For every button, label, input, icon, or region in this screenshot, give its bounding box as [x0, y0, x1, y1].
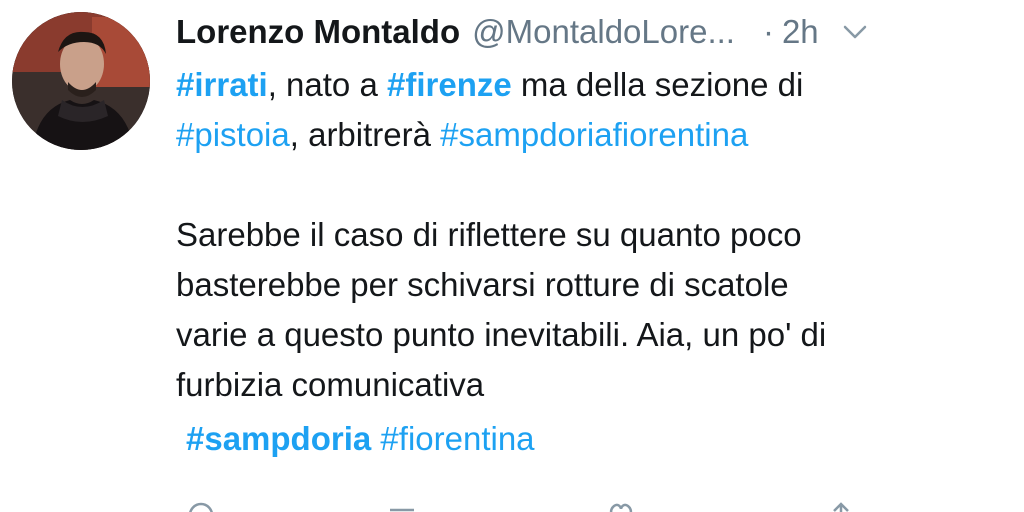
separator-dot: · — [762, 13, 774, 50]
retweet-icon[interactable] — [386, 500, 420, 512]
author-name[interactable]: Lorenzo Montaldo — [176, 13, 460, 51]
author-handle[interactable]: @MontaldoLore... — [472, 13, 735, 51]
reply-icon[interactable] — [186, 500, 216, 512]
text-line: varie a questo punto inevitabili. Aia, u… — [176, 316, 827, 353]
text-line: Sarebbe il caso di riflettere su quanto … — [176, 216, 802, 253]
tweet-text: #irrati, nato a #firenze ma della sezion… — [176, 60, 996, 464]
share-icon[interactable] — [826, 500, 856, 512]
text-fragment: ma della sezione di — [511, 66, 804, 103]
profile-photo — [12, 12, 150, 150]
text-fragment: , nato a — [267, 66, 387, 103]
chevron-down-icon[interactable] — [841, 18, 869, 46]
avatar[interactable] — [12, 12, 150, 150]
text-line: #irrati, nato a #firenze ma della sezion… — [176, 60, 996, 110]
text-line: furbizia comunicativa — [176, 366, 485, 403]
like-icon[interactable] — [606, 500, 636, 512]
hashtag-firenze[interactable]: #firenze — [387, 66, 512, 103]
hashtag-sampdoriafiorentina[interactable]: #sampdoriafiorentina — [440, 116, 748, 153]
timestamp[interactable]: 2h — [782, 13, 819, 51]
tweet-card[interactable]: Lorenzo Montaldo @MontaldoLore... · 2h #… — [0, 0, 1024, 512]
hashtag-sampdoria[interactable]: #sampdoria — [186, 420, 371, 457]
text-fragment: , arbitrerà — [289, 116, 441, 153]
hashtags-line: #sampdoria #fiorentina — [176, 414, 996, 464]
hashtag-pistoia[interactable]: #pistoia — [176, 116, 290, 153]
text-line: basterebbe per schivarsi rotture di scat… — [176, 266, 789, 303]
text-line: #pistoia, arbitrerà #sampdoriafiorentina — [176, 110, 996, 160]
hashtag-fiorentina[interactable]: #fiorentina — [380, 420, 534, 457]
action-bar — [176, 500, 996, 512]
tweet-header: Lorenzo Montaldo @MontaldoLore... · 2h — [176, 8, 1008, 56]
hashtag-irrati[interactable]: #irrati — [176, 66, 268, 103]
